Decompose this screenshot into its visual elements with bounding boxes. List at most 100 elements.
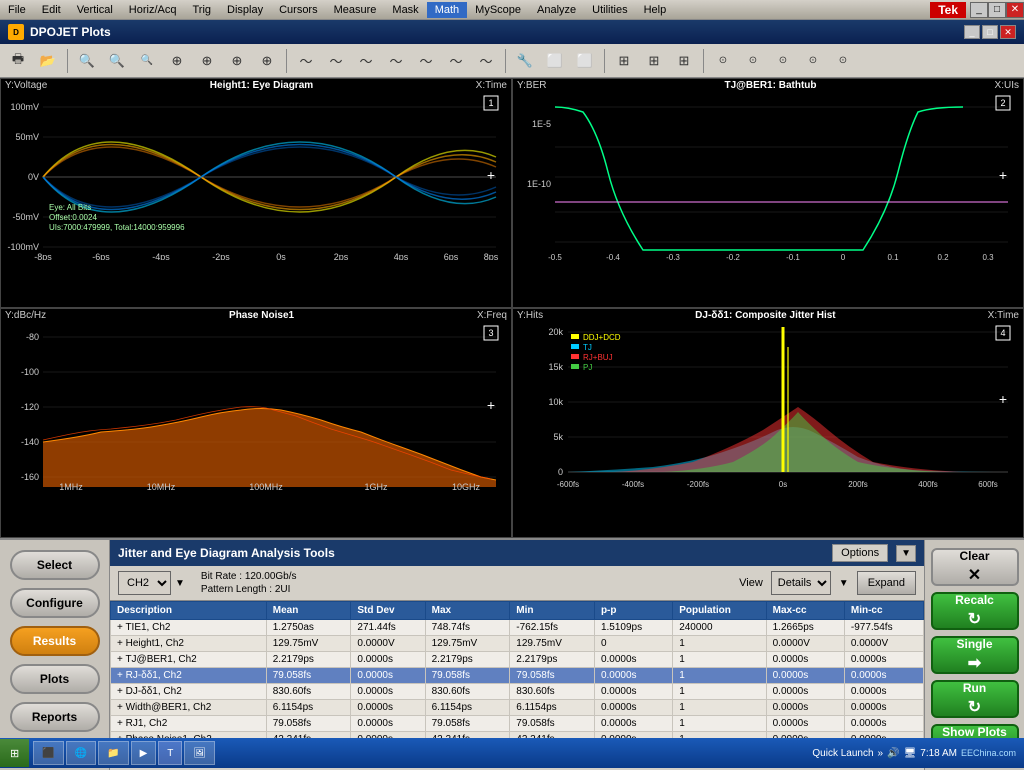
tb-wave2[interactable]: 〜 [322,47,350,75]
tb-open[interactable]: 📂 [34,47,62,75]
table-row[interactable]: + RJ-δδ1, Ch279.058fs0.0000s79.058fs79.0… [111,668,924,684]
options-dropdown[interactable]: ▼ [896,545,916,562]
col-pp[interactable]: p-p [594,602,672,620]
svg-text:Eye: All Bits: Eye: All Bits [49,203,91,212]
table-row[interactable]: + DJ-δδ1, Ch2830.60fs0.0000s830.60fs830.… [111,684,924,700]
menu-edit[interactable]: Edit [34,2,69,18]
quick-launch-arrow: » [878,748,884,759]
tb-ch3[interactable]: ⊙ [769,47,797,75]
col-population[interactable]: Population [673,602,766,620]
menu-help[interactable]: Help [636,2,675,18]
win-maximize[interactable]: □ [988,2,1006,18]
tb-zoom-out[interactable]: 🔍 [103,47,131,75]
channel-select[interactable]: CH2 [118,571,171,595]
table-row[interactable]: + TJ@BER1, Ch22.2179ps0.0000s2.2179ps2.2… [111,652,924,668]
menu-vertical[interactable]: Vertical [69,2,121,18]
tb-tool2[interactable]: ⬜ [541,47,569,75]
options-button[interactable]: Options [832,544,888,562]
tb-wave1[interactable]: 〜 [292,47,320,75]
menu-file[interactable]: File [0,2,34,18]
table-row[interactable]: + Height1, Ch2129.75mV0.0000V129.75mV129… [111,636,924,652]
configure-button[interactable]: Configure [10,588,100,618]
ie-icon: 🌐 [75,748,87,759]
tb-grid2[interactable]: ⊞ [640,47,668,75]
tb-ch4[interactable]: ⊙ [799,47,827,75]
single-button[interactable]: Single ➡ [931,636,1019,674]
win-close[interactable]: ✕ [1006,2,1024,18]
clear-button[interactable]: Clear ✕ [931,548,1019,586]
tek-icon: T [167,748,173,759]
table-row[interactable]: + RJ1, Ch279.058fs0.0000s79.058fs79.058f… [111,716,924,732]
menu-utilities[interactable]: Utilities [584,2,635,18]
volume-icon[interactable]: 🔊 [887,748,899,759]
tek-logo: Tek [930,2,966,18]
menu-measure[interactable]: Measure [326,2,385,18]
tb-ch5[interactable]: ⊙ [829,47,857,75]
tb-cursor2[interactable]: ⊕ [193,47,221,75]
col-maxcc[interactable]: Max-cc [766,602,844,620]
menu-horiz[interactable]: Horiz/Acq [121,2,185,18]
run-button[interactable]: Run ↻ [931,680,1019,718]
menu-mask[interactable]: Mask [384,2,426,18]
menu-cursors[interactable]: Cursors [271,2,326,18]
taskbar-item-media[interactable]: ▶ [131,741,157,765]
tb-tool3[interactable]: ⬜ [571,47,599,75]
taskbar-item-pic[interactable]: 🖼 [184,741,215,765]
tb-wave7[interactable]: 〜 [472,47,500,75]
table-row[interactable]: + Width@BER1, Ch26.1154ps0.0000s6.1154ps… [111,700,924,716]
app-close[interactable]: ✕ [1000,25,1016,39]
tb-cursor[interactable]: ⊕ [163,47,191,75]
col-min[interactable]: Min [510,602,595,620]
tb-zoom-fit[interactable]: 🔍 [133,47,161,75]
menu-myscope[interactable]: MyScope [467,2,529,18]
taskbar-item-ie[interactable]: 🌐 [66,741,96,765]
col-max[interactable]: Max [425,602,510,620]
tb-print[interactable]: 🖶 [4,47,32,75]
select-button[interactable]: Select [10,550,100,580]
win-minimize[interactable]: _ [970,2,988,18]
network-icon[interactable]: 🖥 [904,748,917,759]
menu-analyze[interactable]: Analyze [529,2,584,18]
tb-tool1[interactable]: 🔧 [511,47,539,75]
svg-text:0.1: 0.1 [887,253,899,260]
col-mean[interactable]: Mean [266,602,351,620]
details-select[interactable]: Details [771,571,831,595]
menu-math[interactable]: Math [427,2,467,18]
tb-grid3[interactable]: ⊞ [670,47,698,75]
tb-grid1[interactable]: ⊞ [610,47,638,75]
tb-ch2[interactable]: ⊙ [739,47,767,75]
tb-wave3[interactable]: 〜 [352,47,380,75]
menu-display[interactable]: Display [219,2,271,18]
plots-button[interactable]: Plots [10,664,100,694]
clear-label: Clear [959,549,989,563]
svg-text:20k: 20k [548,327,563,337]
recalc-button[interactable]: Recalc ↻ [931,592,1019,630]
taskbar-item-tek[interactable]: T [158,741,182,765]
reports-button[interactable]: Reports [10,702,100,732]
tb-cursor3[interactable]: ⊕ [223,47,251,75]
app-minimize[interactable]: _ [964,25,980,39]
col-stddev[interactable]: Std Dev [351,602,425,620]
app-maximize[interactable]: □ [982,25,998,39]
results-button[interactable]: Results [10,626,100,656]
col-mincc[interactable]: Min-cc [844,602,923,620]
tb-zoom-in[interactable]: 🔍 [73,47,101,75]
taskbar-item-cmd[interactable]: ⬛ [33,741,63,765]
start-button[interactable]: ⊞ [0,739,29,767]
clear-icon: ✕ [968,565,981,585]
expand-button[interactable]: Expand [857,571,916,595]
table-row[interactable]: + TIE1, Ch21.2750as271.44fs748.74fs-762.… [111,620,924,636]
tb-wave6[interactable]: 〜 [442,47,470,75]
tb-wave4[interactable]: 〜 [382,47,410,75]
tb-cursor4[interactable]: ⊕ [253,47,281,75]
plots-area: Y:Voltage Height1: Eye Diagram X:Time 10… [0,78,1024,538]
svg-text:-100mV: -100mV [7,242,39,252]
tb-wave5[interactable]: 〜 [412,47,440,75]
menu-trig[interactable]: Trig [184,2,219,18]
taskbar-item-folder[interactable]: 📁 [98,741,128,765]
svg-text:-0.3: -0.3 [666,253,680,260]
svg-text:-600fs: -600fs [557,480,579,489]
svg-text:50mV: 50mV [15,132,39,142]
tb-ch1[interactable]: ⊙ [709,47,737,75]
col-description[interactable]: Description [111,602,267,620]
